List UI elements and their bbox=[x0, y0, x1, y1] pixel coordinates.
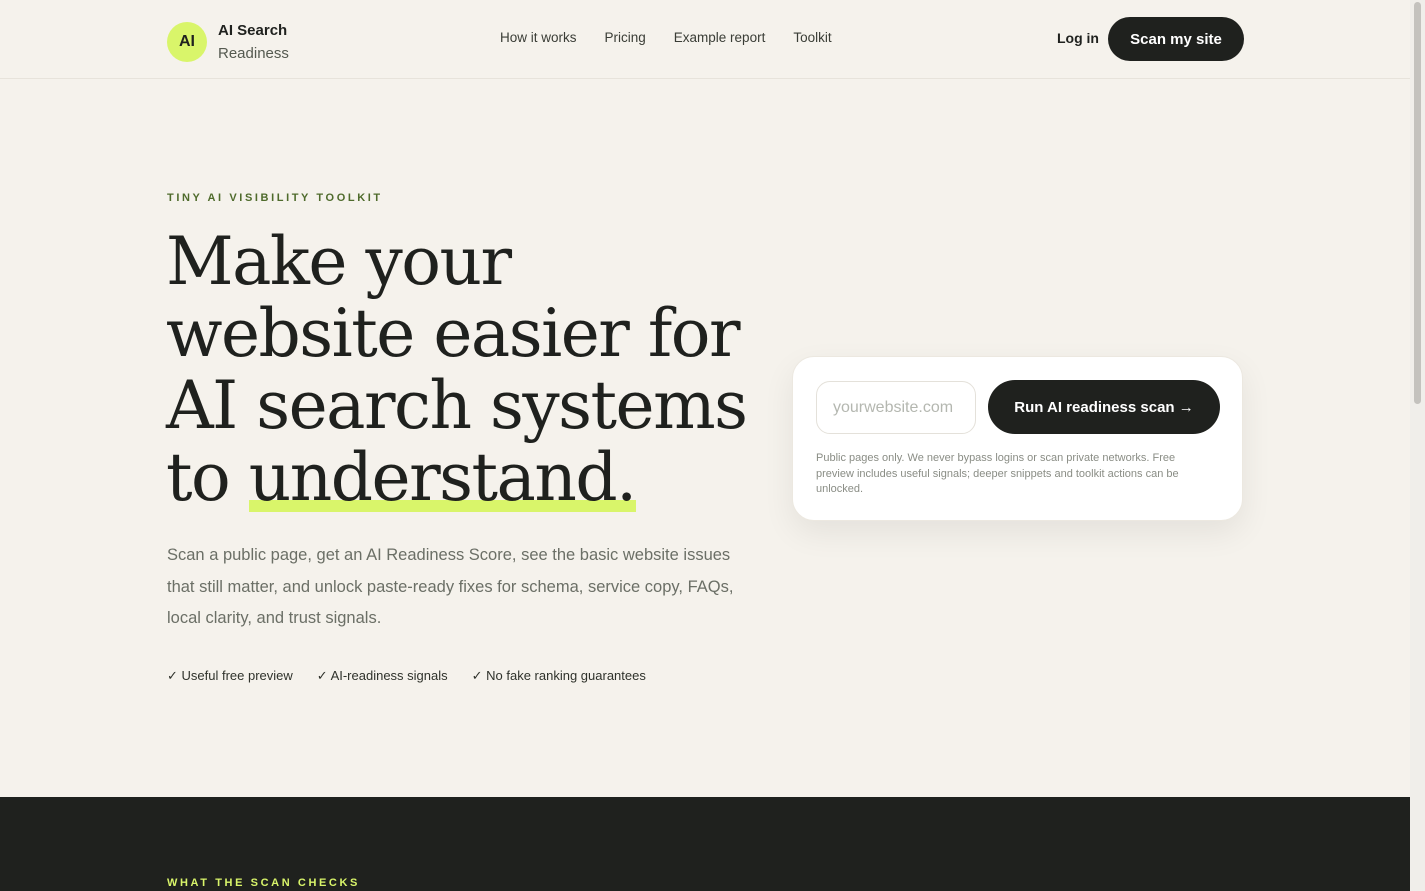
page-scrollbar[interactable] bbox=[1410, 0, 1425, 891]
headline-line-3: AI search systems bbox=[166, 367, 748, 444]
hero-lead-paragraph: Scan a public page, get an AI Readiness … bbox=[167, 546, 734, 627]
main-nav: How it works Pricing Example report Tool… bbox=[500, 30, 860, 45]
scrollbar-thumb[interactable] bbox=[1414, 2, 1421, 404]
nav-link-example-report[interactable]: Example report bbox=[674, 30, 766, 45]
brand-name-line1: AI Search bbox=[218, 22, 288, 39]
hero-eyebrow: TINY AI VISIBILITY TOOLKIT bbox=[167, 192, 383, 204]
run-scan-button[interactable]: Run AI readiness scan → bbox=[988, 380, 1220, 434]
brand-logo[interactable]: AI AI Search Readiness bbox=[167, 19, 289, 65]
brand-badge: AI bbox=[167, 22, 207, 62]
scan-card: Run AI readiness scan → Public pages onl… bbox=[792, 356, 1243, 521]
login-link[interactable]: Log in bbox=[1057, 30, 1099, 46]
section-eyebrow: WHAT THE SCAN CHECKS bbox=[167, 877, 360, 889]
headline-line-1: Make your bbox=[166, 223, 512, 300]
hero-headline: Make your website easier for AI search s… bbox=[166, 226, 786, 514]
brand-name-line2: Readiness bbox=[218, 45, 289, 62]
headline-highlight: understand. bbox=[248, 439, 637, 516]
scan-checks-section: WHAT THE SCAN CHECKS bbox=[0, 797, 1410, 891]
headline-highlight-text: understand. bbox=[248, 439, 637, 516]
brand-name: AI Search Readiness bbox=[218, 19, 289, 65]
website-url-input[interactable] bbox=[816, 381, 976, 434]
headline-line-4: to understand. bbox=[166, 442, 786, 514]
nav-link-how-it-works[interactable]: How it works bbox=[500, 30, 577, 45]
scan-my-site-button[interactable]: Scan my site bbox=[1108, 17, 1244, 61]
headline-line-4-prefix: to bbox=[166, 439, 249, 516]
site-header: AI AI Search Readiness How it works Pric… bbox=[0, 0, 1410, 79]
scan-card-note: Public pages only. We never bypass login… bbox=[816, 452, 1179, 495]
hero-checks: ✓ Useful free preview ✓ AI-readiness sig… bbox=[167, 668, 670, 684]
nav-link-pricing[interactable]: Pricing bbox=[605, 30, 646, 45]
check-item: ✓ Useful free preview bbox=[167, 668, 293, 683]
check-item: ✓ AI-readiness signals bbox=[316, 668, 448, 683]
nav-link-toolkit[interactable]: Toolkit bbox=[793, 30, 831, 45]
page: AI AI Search Readiness How it works Pric… bbox=[0, 0, 1410, 891]
check-item: ✓ No fake ranking guarantees bbox=[471, 668, 646, 683]
headline-line-2: website easier for bbox=[166, 295, 741, 372]
